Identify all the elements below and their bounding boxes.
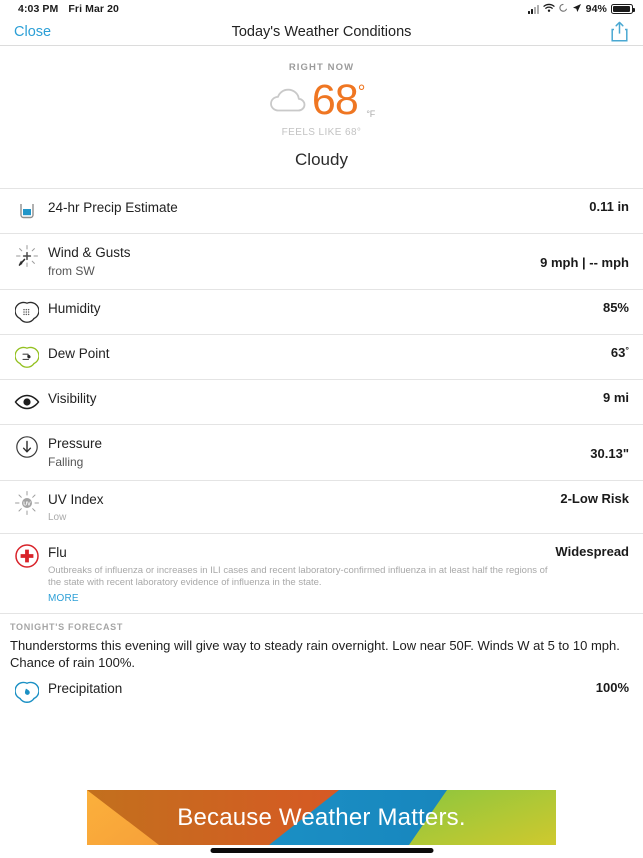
status-bar-date: Fri Mar 20 xyxy=(68,3,119,15)
list-item-precipitation[interactable]: Precipitation 100% xyxy=(0,673,643,714)
list-item-text: UV Index Low xyxy=(48,490,560,524)
list-item-text: Visibility xyxy=(48,389,603,408)
list-item-title: Dew Point xyxy=(48,346,110,361)
feels-like-label: FEELS LIKE 68° xyxy=(281,127,362,138)
flu-description: Outbreaks of influenza or increases in I… xyxy=(48,565,548,588)
list-item-value: 100% xyxy=(595,680,629,695)
temperature-unit: °F xyxy=(366,109,376,119)
list-item-value: 2-Low Risk xyxy=(560,491,629,506)
share-icon[interactable] xyxy=(610,21,629,43)
degree-symbol: ° xyxy=(625,345,629,355)
list-item-value: Widespread xyxy=(555,544,629,559)
home-indicator[interactable] xyxy=(210,848,433,853)
cellular-signal-icon xyxy=(527,4,539,14)
more-link[interactable]: MORE xyxy=(48,593,555,604)
conditions-list: 24-hr Precip Estimate 0.11 in Wind & Gus… xyxy=(0,188,643,613)
list-item-title: UV Index xyxy=(48,492,104,507)
dew-point-icon xyxy=(10,344,44,370)
dew-point-value: 63 xyxy=(610,345,626,360)
list-item-text: Pressure Falling xyxy=(48,434,590,471)
location-arrow-icon xyxy=(572,3,582,16)
status-bar-time: 4:03 PM xyxy=(18,3,59,15)
temperature-row: 68 ° °F xyxy=(0,77,643,123)
list-item-value: 0.11 in xyxy=(589,199,629,214)
close-button[interactable]: Close xyxy=(14,24,51,40)
forecast-text: Thunderstorms this evening will give way… xyxy=(10,638,620,670)
status-bar-indicators: 94% xyxy=(527,3,635,16)
list-item-pressure[interactable]: Pressure Falling 30.13" xyxy=(0,424,643,480)
advertisement-banner[interactable]: Because Weather Matters. xyxy=(87,790,556,845)
list-item-text: Dew Point xyxy=(48,344,611,363)
list-item-value: 9 mph | -- mph xyxy=(540,254,629,270)
svg-text:UV: UV xyxy=(23,501,31,507)
list-item-small-subtitle: Low xyxy=(48,512,67,523)
list-item-uv-index[interactable]: UV UV Index Low 2-Low Risk xyxy=(0,480,643,533)
flu-cross-icon xyxy=(10,543,44,569)
list-item-value: 30.13" xyxy=(590,445,629,461)
list-item-wind-gusts[interactable]: Wind & Gusts from SW 9 mph | -- mph xyxy=(0,233,643,289)
list-item-visibility[interactable]: Visibility 9 mi xyxy=(0,379,643,424)
uv-sun-icon: UV xyxy=(10,490,44,516)
eye-icon xyxy=(10,389,44,415)
cloud-icon xyxy=(268,86,308,114)
list-item-dew-point[interactable]: Dew Point 63° xyxy=(0,334,643,379)
forecast-label: TONIGHT'S FORECAST xyxy=(10,622,124,632)
list-item-title: Precipitation xyxy=(48,681,123,696)
temperature-value: 68 xyxy=(311,76,359,124)
list-item-title: 24-hr Precip Estimate xyxy=(48,200,178,215)
battery-icon xyxy=(611,4,635,14)
banner-text: Because Weather Matters. xyxy=(177,803,466,831)
list-item-value: 63° xyxy=(611,344,629,360)
pressure-down-arrow-icon xyxy=(10,434,44,460)
wifi-icon xyxy=(543,3,555,16)
nav-bar: Close Today's Weather Conditions xyxy=(0,18,643,46)
list-item-text: 24-hr Precip Estimate xyxy=(48,198,589,217)
weather-conditions-screen: 4:03 PM Fri Mar 20 94% Close Today's Wea… xyxy=(0,0,643,858)
list-item-text: Precipitation xyxy=(48,679,596,698)
list-item-text: Wind & Gusts from SW xyxy=(48,243,540,280)
current-conditions-hero: RIGHT NOW 68 ° °F FEELS LIKE 68° Cloudy xyxy=(0,46,643,170)
list-item-subtitle: Falling xyxy=(48,455,84,469)
right-now-label: RIGHT NOW xyxy=(288,62,355,73)
list-item-title: Pressure xyxy=(48,436,103,451)
list-item-value: 85% xyxy=(602,300,629,315)
list-item-title: Humidity xyxy=(48,301,101,316)
list-item-title: Wind & Gusts xyxy=(48,245,131,260)
temperature-degree-symbol: ° xyxy=(357,82,366,103)
tonights-forecast-section: TONIGHT'S FORECAST Thunderstorms this ev… xyxy=(0,613,643,673)
precipitation-gauge-icon xyxy=(10,679,44,705)
humidity-gauge-icon xyxy=(10,299,44,325)
list-item-text: Humidity xyxy=(48,299,603,318)
list-item-subtitle: from SW xyxy=(48,264,95,278)
rotation-lock-icon xyxy=(559,3,568,16)
rain-gauge-icon xyxy=(10,198,44,224)
page-title: Today's Weather Conditions xyxy=(231,23,412,40)
list-item-humidity[interactable]: Humidity 85% xyxy=(0,289,643,334)
list-item-flu[interactable]: Flu Outbreaks of influenza or increases … xyxy=(0,533,643,613)
list-item-title: Flu xyxy=(48,545,67,560)
status-bar: 4:03 PM Fri Mar 20 94% xyxy=(0,0,643,18)
wind-compass-icon xyxy=(10,243,44,269)
list-item-precip-estimate[interactable]: 24-hr Precip Estimate 0.11 in xyxy=(0,188,643,233)
battery-percent-label: 94% xyxy=(585,3,607,15)
list-item-text: Flu Outbreaks of influenza or increases … xyxy=(48,543,555,604)
condition-label: Cloudy xyxy=(295,150,348,169)
list-item-title: Visibility xyxy=(48,391,97,406)
list-item-value: 9 mi xyxy=(602,390,629,405)
